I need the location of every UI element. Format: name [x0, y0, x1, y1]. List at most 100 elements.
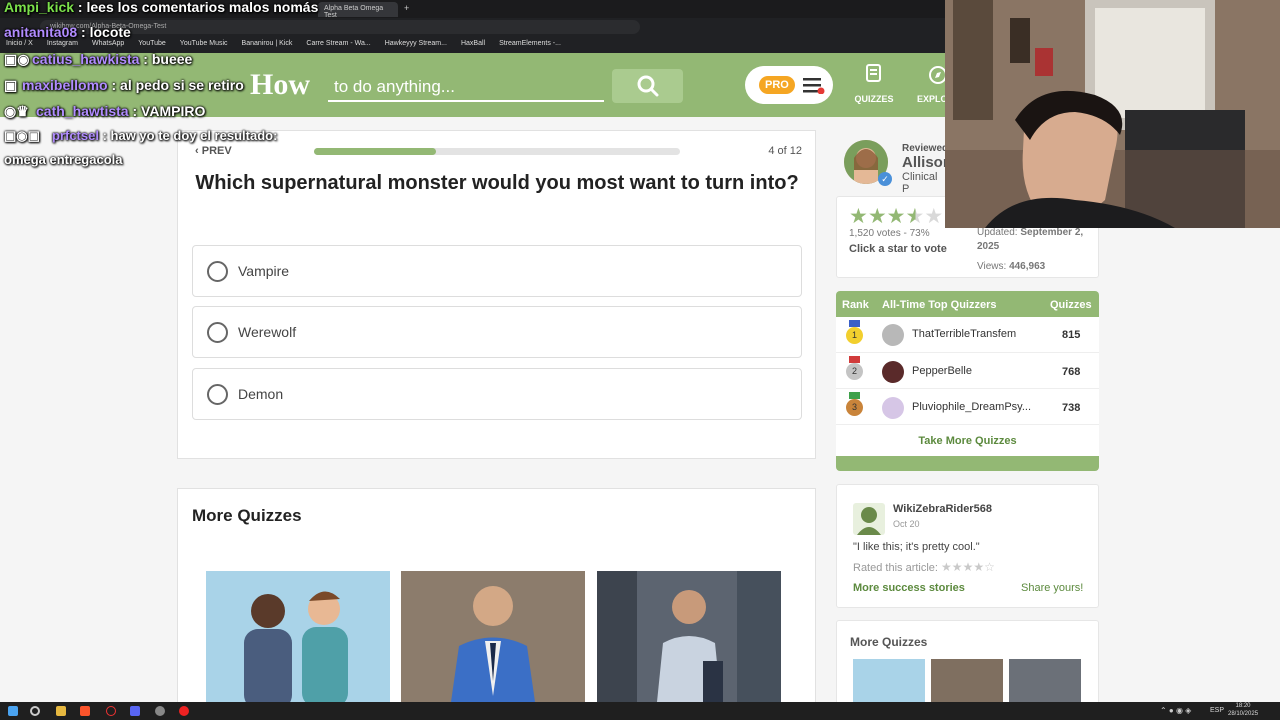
chat-text: locote: [89, 24, 131, 40]
share-story-link[interactable]: Share yours!: [1021, 582, 1083, 594]
bookmark-item[interactable]: Instagram: [47, 40, 78, 48]
take-more-quizzes-link[interactable]: Take More Quizzes: [836, 435, 1099, 447]
leader-score: 738: [1062, 402, 1081, 414]
leaderboard-row[interactable]: 3 Pluviophile_DreamPsy... 738: [836, 389, 1099, 425]
webcam-overlay: [945, 0, 1280, 228]
star-icon[interactable]: ★: [849, 206, 868, 227]
quiz-thumbnail[interactable]: [597, 571, 781, 702]
search-input[interactable]: to do anything...: [328, 70, 604, 102]
pro-menu-button[interactable]: PRO: [745, 66, 833, 104]
views-info: Views: 446,963: [977, 261, 1045, 272]
obs-icon[interactable]: [155, 706, 165, 716]
chat-text: VAMPIRO: [141, 103, 206, 119]
badge-icon: ▣: [4, 77, 18, 93]
leaderboard-footer: [836, 456, 1099, 471]
bookmark-item[interactable]: Inicio / X: [6, 40, 33, 48]
chat-user: catius_hawkista: [32, 51, 140, 67]
opera-icon[interactable]: [106, 706, 116, 716]
vote-count: 1,520 votes - 73%: [849, 228, 930, 239]
chat-message: Ampi_kick : lees los comentarios malos n…: [4, 0, 319, 15]
updated-info: Updated: September 2, 2025: [977, 226, 1097, 254]
bookmark-item[interactable]: WhatsApp: [92, 40, 124, 48]
bookmark-item[interactable]: StreamElements -...: [499, 40, 561, 48]
verified-icon: ✓: [878, 172, 892, 186]
search-icon: [637, 75, 658, 97]
chat-message: ▣ maxibellomo : al pedo si se retiro: [4, 77, 244, 93]
star-icon[interactable]: ★: [905, 206, 924, 227]
badge-icon: ◉♛: [4, 103, 29, 119]
badge-icon: ▣◉: [4, 51, 30, 67]
chat-text: bueee: [151, 51, 193, 67]
quiz-thumbnail[interactable]: [401, 571, 585, 702]
nav-explore[interactable]: EXPLO: [908, 62, 946, 112]
chevron-left-icon: ‹: [195, 145, 202, 157]
quiz-thumbnail[interactable]: [206, 571, 390, 702]
bookmark-item[interactable]: YouTube Music: [180, 40, 228, 48]
taskbar: ⌃ ● ◉ ◈ ESP 18:20 28/10/2025: [0, 702, 1280, 720]
chat-user: cath_hawtista: [36, 103, 129, 119]
bookmark-item[interactable]: HaxBall: [461, 40, 485, 48]
tray-icons[interactable]: ⌃ ● ◉ ◈: [1160, 706, 1191, 715]
reviewer-title: Clinical P: [902, 171, 938, 195]
story-user[interactable]: WikiZebraRider568: [893, 503, 992, 515]
sidebar-quiz-thumb[interactable]: [1009, 659, 1081, 703]
language-indicator[interactable]: ESP: [1210, 707, 1224, 714]
story-date: Oct 20: [893, 519, 920, 529]
search-button[interactable]: [612, 69, 683, 103]
bookmark-item[interactable]: Carre Stream - Wa...: [306, 40, 370, 48]
site-logo[interactable]: How: [250, 68, 310, 102]
sidebar-quiz-thumb[interactable]: [853, 659, 925, 703]
reviewer-card: ✓ Reviewed Allison Clinical P: [836, 130, 952, 195]
bookmark-item[interactable]: YouTube: [138, 40, 166, 48]
prev-button[interactable]: ‹ PREV: [195, 145, 232, 157]
star-rating[interactable]: ★★★★★: [849, 206, 943, 228]
chat-text: omega entregacola: [4, 152, 123, 167]
search-icon[interactable]: [30, 706, 40, 716]
app-icon[interactable]: [179, 706, 189, 716]
bookmark-item[interactable]: Bananirou | Kick: [242, 40, 293, 48]
file-explorer-icon[interactable]: [56, 706, 66, 716]
bookmarks-bar: Inicio / X Instagram WhatsApp YouTube Yo…: [0, 36, 946, 52]
leaderboard-row[interactable]: 1 ThatTerribleTransfem 815: [836, 317, 1099, 353]
radio-icon: [207, 383, 228, 405]
story-quote: "I like this; it's pretty cool.": [853, 541, 980, 553]
option-label: Vampire: [238, 263, 290, 279]
sidebar-more-title: More Quizzes: [850, 635, 928, 649]
pro-badge: PRO: [759, 76, 795, 94]
star-icon[interactable]: ★: [887, 206, 906, 227]
clock[interactable]: 18:20 28/10/2025: [1228, 702, 1258, 718]
browser-tab[interactable]: Alpha Beta Omega Test: [318, 2, 398, 19]
leaderboard-row[interactable]: 2 PepperBelle 768: [836, 353, 1099, 389]
chat-user: prfctsel: [52, 128, 99, 143]
rated-label: Rated this article:: [853, 562, 938, 574]
quiz-icon: [866, 64, 881, 82]
ribbon-icon: [849, 320, 860, 327]
leader-name[interactable]: ThatTerribleTransfem: [912, 328, 1016, 340]
progress-bar: [314, 148, 680, 155]
medal-icon: 3: [846, 399, 863, 416]
windows-start-icon[interactable]: [8, 706, 18, 716]
ribbon-icon: [849, 356, 860, 363]
bookmark-item[interactable]: Hawkeyyy Stream...: [385, 40, 447, 48]
leader-score: 815: [1062, 329, 1081, 341]
new-tab-icon[interactable]: +: [404, 3, 409, 13]
answer-option[interactable]: Vampire: [192, 245, 802, 297]
avatar: [882, 397, 904, 419]
leader-score: 768: [1062, 366, 1081, 378]
rank-header: Rank: [842, 299, 869, 311]
sidebar-quiz-thumb[interactable]: [931, 659, 1003, 703]
star-icon[interactable]: ★: [868, 206, 887, 227]
answer-option[interactable]: Demon: [192, 368, 802, 420]
leaderboard: Rank All-Time Top Quizzers Quizzes 1 Tha…: [836, 291, 1099, 471]
leader-name[interactable]: Pluviophile_DreamPsy...: [912, 401, 1031, 413]
medal-icon: 1: [846, 327, 863, 344]
star-icon[interactable]: ★: [924, 206, 943, 227]
nav-quizzes[interactable]: QUIZZES: [846, 62, 902, 112]
chat-message: anitanita08 : locote: [4, 24, 131, 40]
discord-icon[interactable]: [130, 706, 140, 716]
leader-name[interactable]: PepperBelle: [912, 365, 972, 377]
brave-icon[interactable]: [80, 706, 90, 716]
answer-option[interactable]: Werewolf: [192, 306, 802, 358]
more-stories-link[interactable]: More success stories: [853, 582, 965, 594]
updated-label: Updated:: [977, 227, 1018, 238]
